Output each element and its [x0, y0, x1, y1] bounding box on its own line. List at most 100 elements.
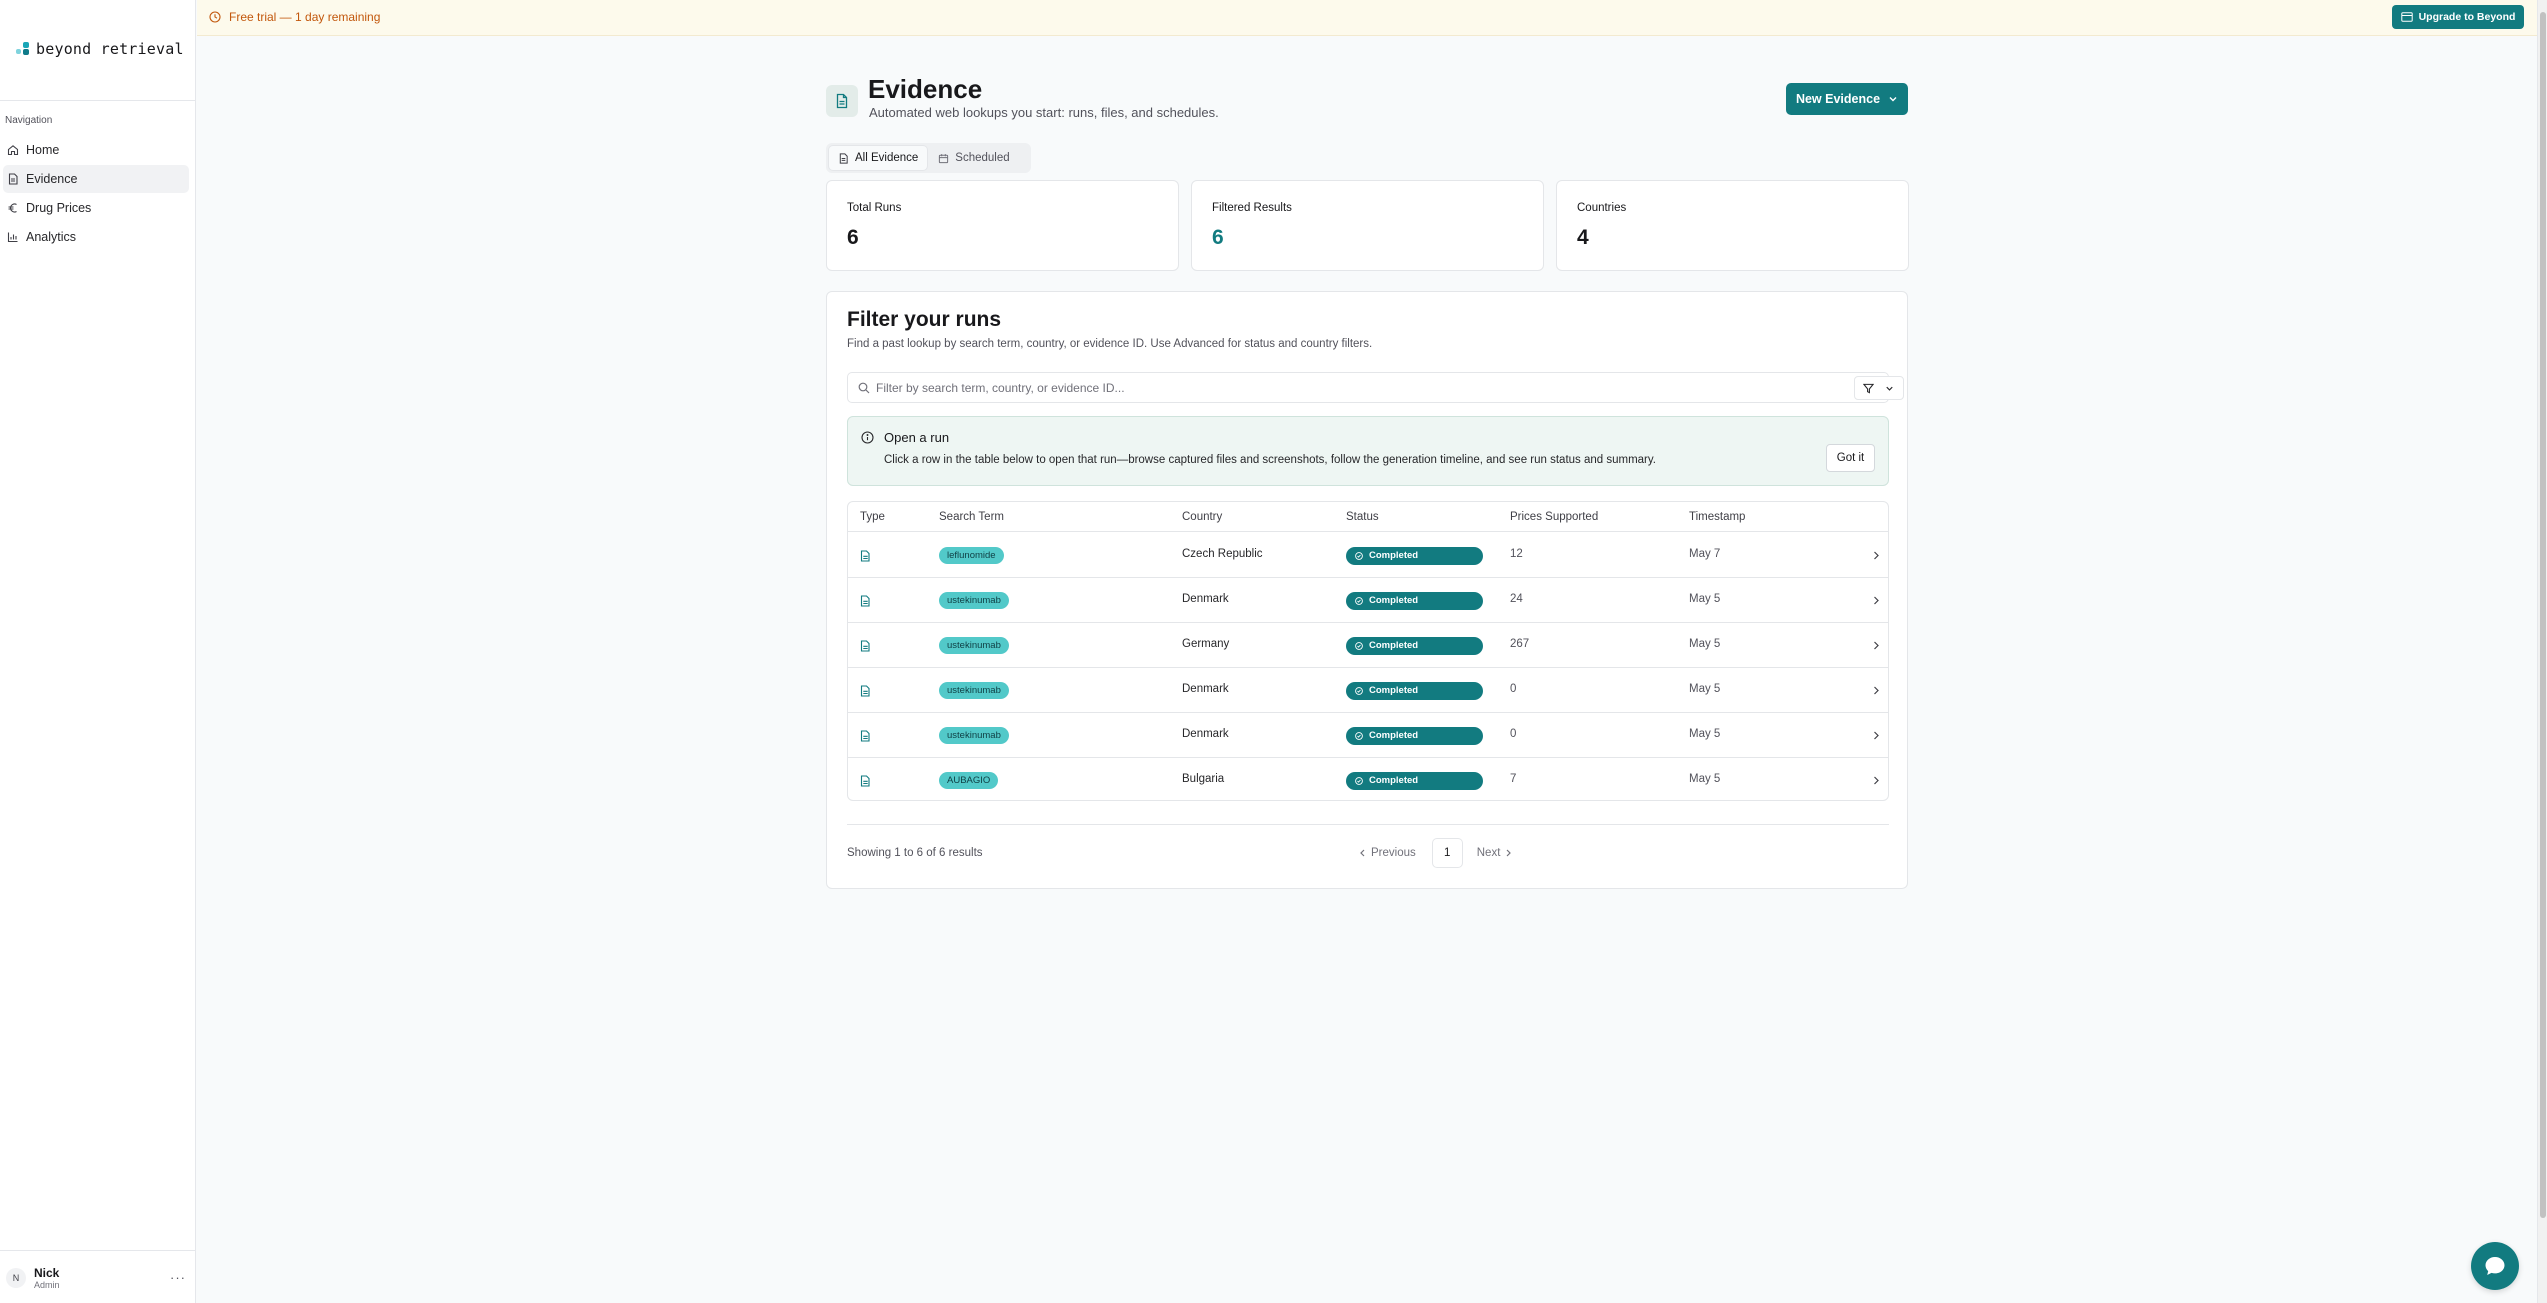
prices-cell: 12: [1510, 548, 1523, 560]
upgrade-label: Upgrade to Beyond: [2418, 11, 2516, 23]
callout-title: Open a run: [884, 430, 950, 445]
sidebar-item-analytics[interactable]: Analytics: [3, 223, 189, 251]
page-title: Evidence: [868, 74, 983, 104]
country-cell: Germany: [1182, 638, 1230, 650]
brand-name: beyond retrieval: [36, 40, 184, 58]
status-badge: Completed: [1346, 682, 1483, 700]
country-cell: Bulgaria: [1182, 773, 1225, 785]
chevron-left-icon: [1360, 849, 1365, 857]
next-label: Next: [1476, 847, 1501, 859]
check-circle-icon: [1355, 642, 1363, 650]
sidebar-item-drug-prices[interactable]: Drug Prices: [3, 194, 189, 222]
sidebar-item-evidence[interactable]: Evidence: [3, 165, 189, 193]
chevron-right-icon: [1874, 596, 1879, 605]
evidence-tabs: All Evidence Scheduled: [826, 143, 1031, 173]
timestamp-cell: May 7: [1689, 548, 1721, 560]
search-bar: [847, 372, 1904, 403]
sidebar-item-home[interactable]: Home: [3, 136, 189, 164]
search-input[interactable]: [876, 379, 1826, 397]
euro-icon: [8, 203, 17, 213]
trial-message: Free trial — 1 day remaining: [209, 10, 380, 24]
logo-icon: [16, 42, 30, 56]
column-header-status: Status: [1346, 511, 1379, 523]
brand-logo[interactable]: beyond retrieval: [16, 40, 184, 58]
table-row[interactable]: ustekinumab Denmark Completed 24 May 5: [848, 578, 1888, 623]
divider: [0, 1250, 196, 1251]
sidebar: beyond retrieval Navigation Home Evidenc…: [0, 0, 196, 1303]
trial-text: Free trial — 1 day remaining: [229, 10, 381, 24]
stat-label: Filtered Results: [1212, 202, 1292, 214]
search-term-badge: ustekinumab: [939, 637, 1009, 654]
page-number-button[interactable]: 1: [1431, 838, 1463, 868]
calendar-icon: [939, 153, 949, 163]
stat-label: Countries: [1577, 202, 1627, 214]
user-role: Admin: [34, 1280, 60, 1290]
advanced-filter-button[interactable]: [1854, 376, 1904, 400]
scrollbar-thumb[interactable]: [2540, 12, 2546, 1218]
table-row[interactable]: AUBAGIO Bulgaria Completed 7 May 5: [848, 758, 1888, 800]
user-menu-button[interactable]: ···: [170, 1270, 186, 1285]
tab-all-evidence[interactable]: All Evidence: [829, 146, 928, 170]
table-row[interactable]: leflunomide Czech Republic Completed 12 May …: [848, 533, 1888, 578]
page-subtitle: Automated web lookups you start: runs, f…: [869, 105, 1219, 120]
search-term-badge: leflunomide: [939, 547, 1004, 564]
sidebar-item-label: Analytics: [26, 230, 77, 244]
sidebar-nav: Home Evidence Drug Prices Analytics: [3, 136, 189, 252]
next-page-button[interactable]: Next: [1477, 847, 1513, 859]
filter-title: Filter your runs: [847, 308, 1002, 331]
status-label: Completed: [1369, 640, 1419, 651]
home-icon: [7, 145, 19, 156]
check-circle-icon: [1355, 552, 1363, 560]
status-label: Completed: [1369, 775, 1419, 786]
table-header: Type Search Term Country Status Prices S…: [848, 502, 1888, 532]
check-circle-icon: [1355, 687, 1363, 695]
chevron-right-icon: [1506, 849, 1512, 857]
check-circle-icon: [1355, 777, 1363, 785]
search-term-badge: AUBAGIO: [939, 772, 999, 789]
status-badge: Completed: [1346, 547, 1483, 565]
search-term-badge: ustekinumab: [939, 727, 1009, 744]
prices-cell: 0: [1510, 683, 1517, 695]
column-header-timestamp: Timestamp: [1689, 511, 1746, 523]
stat-card-countries: Countries 4: [1556, 180, 1909, 271]
table-row[interactable]: ustekinumab Germany Completed 267 May 5: [848, 623, 1888, 668]
user-profile[interactable]: N Nick Admin: [6, 1266, 60, 1290]
search-term-badge: ustekinumab: [939, 592, 1009, 609]
chat-support-button[interactable]: [2471, 1242, 2519, 1290]
new-evidence-button[interactable]: New Evidence: [1786, 83, 1908, 115]
callout-body: Click a row in the table below to open t…: [884, 454, 1656, 466]
chevron-right-icon: [1874, 551, 1879, 560]
country-cell: Czech Republic: [1182, 548, 1263, 560]
clock-icon: [209, 11, 221, 23]
previous-page-button[interactable]: Previous: [1359, 847, 1416, 859]
country-cell: Denmark: [1182, 683, 1229, 695]
got-it-button[interactable]: Got it: [1826, 444, 1875, 472]
status-label: Completed: [1369, 730, 1419, 741]
stat-label: Total Runs: [847, 202, 902, 214]
timestamp-cell: May 5: [1689, 683, 1721, 695]
document-icon: [860, 550, 870, 562]
table-row[interactable]: ustekinumab Denmark Completed 0 May 5: [848, 668, 1888, 713]
prices-cell: 24: [1510, 593, 1523, 605]
tab-scheduled[interactable]: Scheduled: [929, 146, 1018, 170]
prices-cell: 7: [1510, 773, 1517, 785]
document-icon: [860, 595, 870, 607]
document-icon: [860, 685, 870, 697]
avatar: N: [6, 1268, 26, 1288]
upgrade-button[interactable]: Upgrade to Beyond: [2392, 5, 2524, 29]
filter-card: Filter your runs Find a past lookup by s…: [826, 291, 1908, 889]
sidebar-item-label: Evidence: [26, 172, 78, 186]
scrollbar[interactable]: [2537, 0, 2547, 1303]
document-icon: [860, 730, 870, 742]
tab-label: Scheduled: [955, 152, 1010, 164]
chat-bubble-icon: [2485, 1257, 2505, 1275]
table-row[interactable]: ustekinumab Denmark Completed 0 May 5: [848, 713, 1888, 758]
status-badge: Completed: [1346, 592, 1483, 610]
status-label: Completed: [1369, 595, 1419, 606]
check-circle-icon: [1355, 732, 1363, 740]
chevron-right-icon: [1874, 641, 1879, 650]
search-term-badge: ustekinumab: [939, 682, 1009, 699]
column-header-country: Country: [1182, 511, 1223, 523]
chevron-down-icon: [1889, 97, 1897, 102]
country-cell: Denmark: [1182, 593, 1229, 605]
